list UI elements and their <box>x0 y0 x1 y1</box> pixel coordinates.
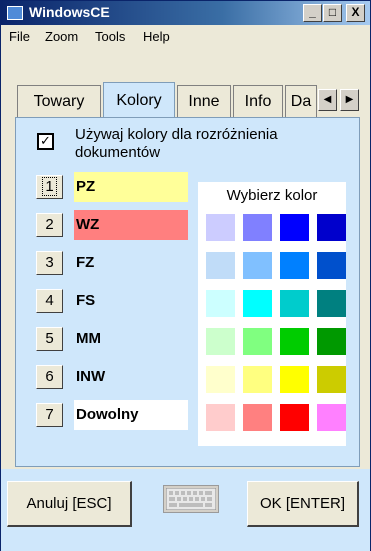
menu-bar: File Zoom Tools Help <box>1 25 370 49</box>
color-swatch[interactable] <box>280 252 309 279</box>
menu-tools[interactable]: Tools <box>95 29 125 44</box>
color-swatch[interactable] <box>280 328 309 355</box>
color-swatch[interactable] <box>317 214 346 241</box>
tab-inne[interactable]: Inne <box>177 85 231 119</box>
color-swatch[interactable] <box>243 328 272 355</box>
color-swatch[interactable] <box>243 290 272 317</box>
use-colors-checkbox[interactable]: ✓ <box>37 133 54 150</box>
color-swatch[interactable] <box>243 404 272 431</box>
document-button-1[interactable]: 1 <box>36 175 63 199</box>
color-swatch[interactable] <box>317 404 346 431</box>
document-button-number: 7 <box>45 406 54 423</box>
color-picker-title: Wybierz kolor <box>226 187 318 204</box>
title-bar: WindowsCE _ □ X <box>1 1 370 25</box>
color-swatch[interactable] <box>280 366 309 393</box>
document-button-4[interactable]: 4 <box>36 289 63 313</box>
document-button-number: 3 <box>45 254 54 271</box>
document-label-mm: MM <box>76 330 101 347</box>
document-button-number: 6 <box>45 368 54 385</box>
keyboard-icon[interactable] <box>163 485 219 513</box>
tab-da[interactable]: Da <box>285 85 317 119</box>
color-swatch[interactable] <box>243 366 272 393</box>
document-label-inw: INW <box>76 368 106 385</box>
menu-file[interactable]: File <box>9 29 30 44</box>
window: WindowsCE _ □ X File Zoom Tools Help Tow… <box>0 0 371 551</box>
color-swatch[interactable] <box>243 214 272 241</box>
color-swatch[interactable] <box>317 366 346 393</box>
menu-zoom[interactable]: Zoom <box>45 29 78 44</box>
color-swatch[interactable] <box>317 328 346 355</box>
color-swatch[interactable] <box>280 290 309 317</box>
document-button-number: 4 <box>45 292 54 309</box>
document-label-wz: WZ <box>74 210 188 240</box>
window-title: WindowsCE <box>29 4 110 20</box>
bottom-bar: Anuluj [ESC] OK [ENTER] <box>1 469 370 551</box>
maximize-button[interactable]: □ <box>323 4 342 22</box>
color-swatch[interactable] <box>206 404 235 431</box>
document-button-5[interactable]: 5 <box>36 327 63 351</box>
color-swatch[interactable] <box>280 214 309 241</box>
color-swatch[interactable] <box>206 290 235 317</box>
use-colors-label: Używaj kolory dla rozróżnienia dokumentó… <box>75 126 278 161</box>
document-button-6[interactable]: 6 <box>36 365 63 389</box>
document-button-3[interactable]: 3 <box>36 251 63 275</box>
document-label-dowolny: Dowolny <box>74 400 188 430</box>
document-button-number: 1 <box>42 177 57 196</box>
color-swatch[interactable] <box>206 328 235 355</box>
color-picker: Wybierz kolor <box>198 182 346 446</box>
minimize-button[interactable]: _ <box>303 4 322 22</box>
close-button[interactable]: X <box>346 4 365 22</box>
color-swatch[interactable] <box>206 252 235 279</box>
color-swatch[interactable] <box>206 366 235 393</box>
tab-towary[interactable]: Towary <box>17 85 101 119</box>
color-swatch[interactable] <box>317 252 346 279</box>
document-label-fs: FS <box>76 292 96 309</box>
menu-help[interactable]: Help <box>143 29 170 44</box>
cancel-button[interactable]: Anuluj [ESC] <box>7 481 132 527</box>
color-swatch[interactable] <box>243 252 272 279</box>
tab-info[interactable]: Info <box>233 85 283 119</box>
document-button-2[interactable]: 2 <box>36 213 63 237</box>
document-button-number: 2 <box>45 216 54 233</box>
color-swatch[interactable] <box>280 404 309 431</box>
scroll-left-icon[interactable]: ◀ <box>318 89 337 111</box>
document-button-7[interactable]: 7 <box>36 403 63 427</box>
color-swatch[interactable] <box>206 214 235 241</box>
document-label-pz: PZ <box>74 172 188 202</box>
document-label-fz: FZ <box>76 254 95 271</box>
tab-kolory[interactable]: Kolory <box>103 82 175 118</box>
window-icon <box>7 6 23 20</box>
color-swatch[interactable] <box>317 290 346 317</box>
document-button-number: 5 <box>45 330 54 347</box>
scroll-right-icon[interactable]: ▶ <box>340 89 359 111</box>
colors-panel: ✓ Używaj kolory dla rozróżnienia dokumen… <box>15 117 360 467</box>
ok-button[interactable]: OK [ENTER] <box>247 481 359 527</box>
